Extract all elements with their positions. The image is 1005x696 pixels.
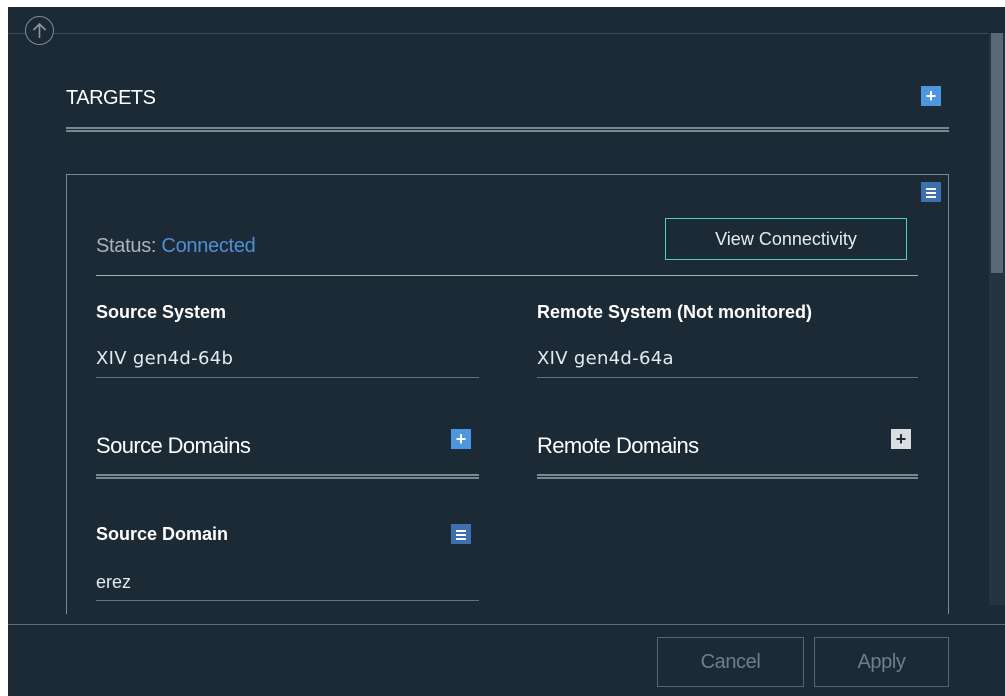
section-divider	[66, 127, 949, 132]
source-domain-menu-button[interactable]	[451, 524, 471, 544]
source-domain-underline	[96, 600, 479, 601]
status-value: Connected	[161, 235, 256, 257]
remote-system-label: Remote System (Not monitored)	[537, 302, 813, 322]
plus-icon: +	[895, 429, 907, 449]
source-domains-title: Source Domains	[96, 433, 251, 458]
source-system-underline	[96, 377, 479, 378]
source-domain-label: Source Domain	[96, 524, 229, 544]
view-connectivity-button[interactable]: View Connectivity	[665, 218, 907, 260]
cancel-button[interactable]: Cancel	[657, 637, 804, 687]
source-system-label: Source System	[96, 302, 227, 322]
status-line: Status: Connected	[96, 235, 256, 258]
status-divider	[96, 275, 918, 276]
status-label: Status:	[96, 235, 157, 257]
add-remote-domain-button[interactable]: +	[891, 429, 911, 449]
source-domain-value: erez	[96, 572, 132, 592]
apply-button[interactable]: Apply	[814, 637, 949, 687]
remote-system-value: XIV gen4d-64a	[537, 348, 674, 369]
add-source-domain-button[interactable]: +	[451, 429, 471, 449]
add-target-button[interactable]: +	[921, 86, 941, 106]
hamburger-menu-icon	[456, 525, 466, 543]
plus-icon: +	[925, 86, 937, 106]
plus-icon: +	[455, 429, 467, 449]
section-title: TARGETS	[66, 87, 156, 109]
remote-domains-title: Remote Domains	[537, 433, 699, 458]
top-divider	[8, 33, 988, 34]
scrollbar-thumb[interactable]	[991, 33, 1003, 273]
source-system-value: XIV gen4d-64b	[96, 348, 234, 369]
hamburger-menu-icon	[926, 183, 936, 201]
footer-divider	[8, 624, 1005, 625]
dialog-panel: TARGETS + Status: Connected View Connect…	[8, 7, 1005, 696]
remote-domains-divider	[537, 474, 918, 479]
remote-system-underline	[537, 377, 918, 378]
vertical-scrollbar[interactable]	[989, 33, 1005, 605]
source-domains-divider	[96, 474, 479, 479]
target-menu-button[interactable]	[921, 182, 941, 202]
arrow-up-circle-icon[interactable]	[25, 16, 54, 45]
